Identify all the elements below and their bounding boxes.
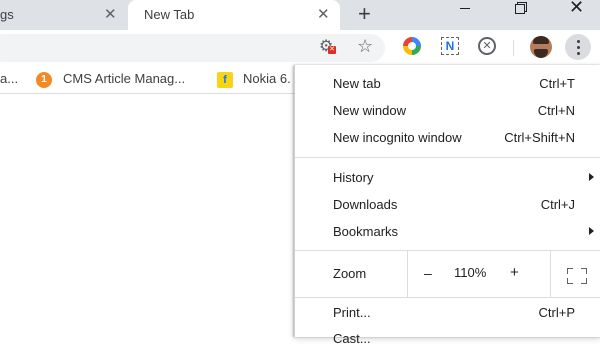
restore-button[interactable] (512, 0, 532, 30)
extension-color-icon[interactable] (402, 36, 422, 56)
extension-x-icon[interactable]: ✕ (477, 36, 497, 56)
menu-zoom-row: Zoom – 110% + (295, 251, 600, 297)
menu-item-bookmarks[interactable]: Bookmarks (295, 219, 600, 245)
toolbar-divider (513, 40, 514, 56)
more-menu-icon[interactable] (565, 34, 591, 60)
tab-strip: gs ✕ New Tab ✕ + ✕ (0, 0, 600, 30)
tab-previous[interactable]: gs ✕ (0, 0, 128, 30)
extension-n-icon[interactable]: N (440, 36, 460, 56)
minimize-icon (460, 8, 470, 9)
menu-item-new-window[interactable]: New window Ctrl+N (295, 98, 600, 124)
menu-separator (295, 157, 600, 158)
fullscreen-icon[interactable] (550, 251, 600, 297)
bookmark-label: Nokia 6. (243, 71, 291, 86)
bookmark-item[interactable]: a... (0, 71, 18, 89)
menu-item-cast[interactable]: Cast... (295, 326, 600, 352)
close-icon: ✕ (569, 0, 585, 17)
tab-active-label: New Tab (144, 7, 195, 22)
zoom-controls: – 110% + (407, 251, 600, 297)
bookmark-star-icon[interactable]: ☆ (357, 36, 377, 56)
menu-item-new-incognito[interactable]: New incognito window Ctrl+Shift+N (295, 125, 600, 151)
menu-item-downloads[interactable]: Downloads Ctrl+J (295, 192, 600, 218)
new-tab-button[interactable]: + (358, 1, 371, 27)
flipkart-favicon-icon: f (217, 72, 233, 88)
bookmark-label: a... (0, 71, 19, 86)
menu-item-history[interactable]: History (295, 165, 600, 191)
profile-avatar[interactable] (530, 36, 552, 58)
tab-new-tab[interactable]: New Tab ✕ (128, 0, 340, 30)
toolbar (0, 30, 600, 65)
chrome-main-menu: New tab Ctrl+T New window Ctrl+N New inc… (294, 65, 600, 346)
close-icon[interactable]: ✕ (104, 5, 117, 23)
menu-item-new-tab[interactable]: New tab Ctrl+T (295, 71, 600, 97)
bookmark-label: CMS Article Manag... (63, 71, 186, 86)
blocked-content-icon[interactable]: ⚙ ✕ (319, 36, 339, 56)
close-icon[interactable]: ✕ (317, 5, 330, 23)
cms-favicon-icon: 1 (36, 72, 52, 88)
zoom-level: 110% (454, 265, 487, 280)
zoom-label: Zoom (333, 266, 367, 281)
menu-item-print[interactable]: Print... Ctrl+P (295, 300, 600, 326)
submenu-arrow-icon (589, 173, 594, 181)
zoom-in-button[interactable]: + (510, 264, 519, 281)
tab-previous-label: gs (0, 7, 14, 22)
menu-separator (295, 297, 600, 298)
minimize-button[interactable] (456, 0, 476, 30)
submenu-arrow-icon (589, 227, 594, 235)
zoom-out-button[interactable]: – (424, 265, 432, 281)
window-close-button[interactable]: ✕ (566, 0, 586, 30)
